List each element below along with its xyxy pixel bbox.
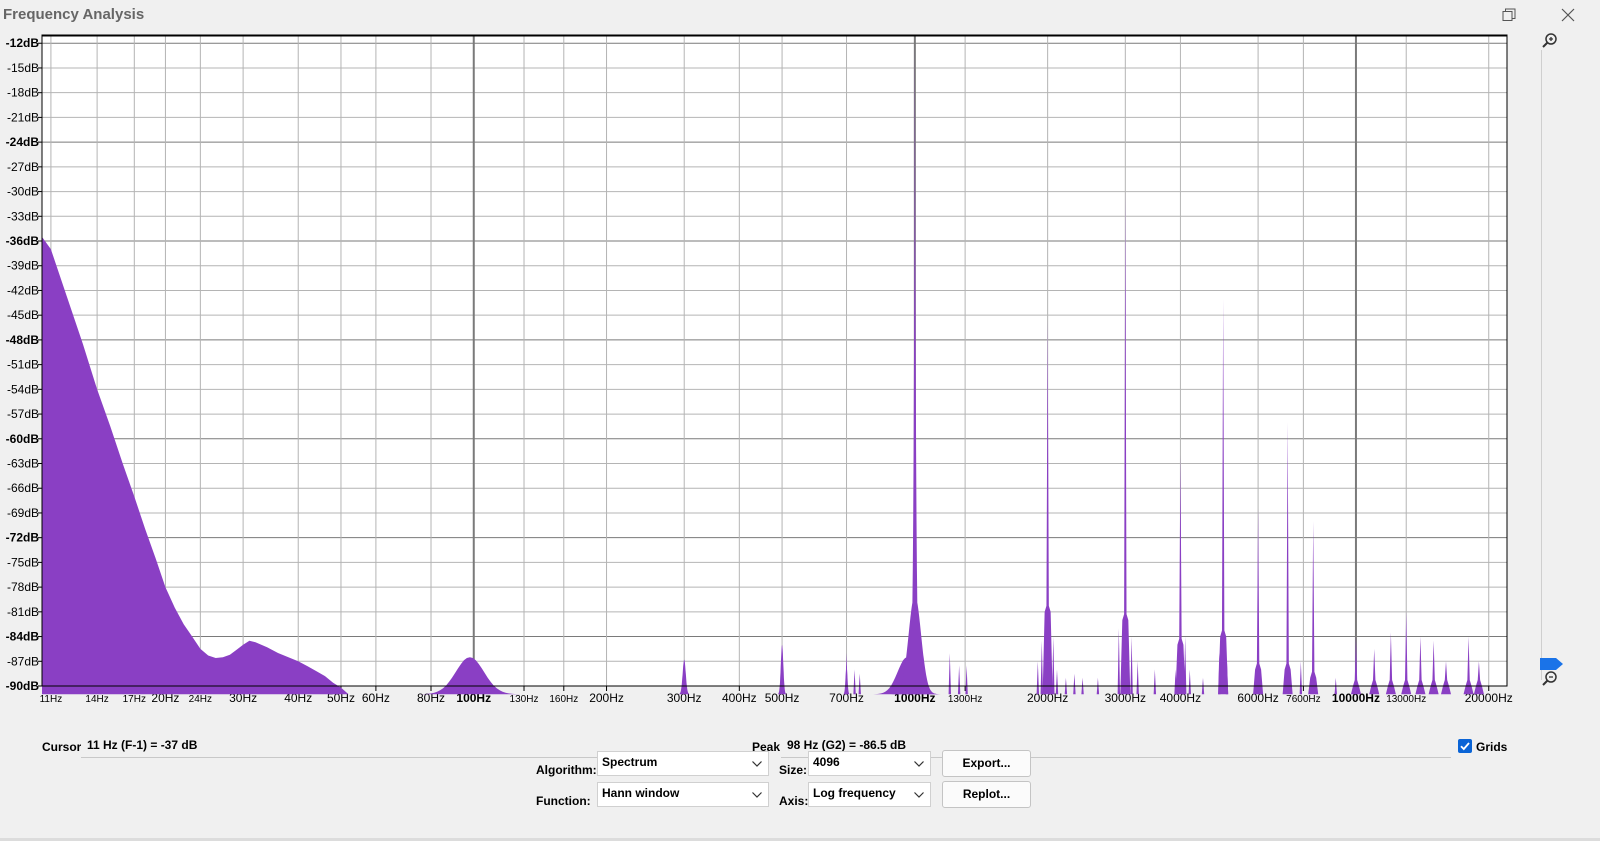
- y-tick-label: -87dB: [7, 654, 39, 668]
- y-tick-label: -66dB: [7, 481, 39, 495]
- y-tick-label: -69dB: [7, 506, 39, 520]
- zoom-slider-thumb[interactable]: [1540, 657, 1564, 671]
- chevron-down-icon: [914, 792, 924, 798]
- y-tick-label: -60dB: [6, 432, 40, 446]
- spectrum-plot[interactable]: -12dB -15dB -18dB -21dB -24dB -27dB -30dB -33dB…: [0, 30, 1530, 715]
- y-tick-label: -54dB: [7, 382, 39, 396]
- replot-button[interactable]: Replot...: [942, 781, 1031, 808]
- window-title: Frequency Analysis: [3, 6, 145, 23]
- y-tick-label: -42dB: [7, 283, 39, 297]
- x-tick-label: 17Hz: [123, 694, 146, 705]
- x-tick-label: 13000Hz: [1386, 694, 1426, 705]
- grids-checkbox[interactable]: [1458, 739, 1472, 753]
- y-tick-label: -48dB: [6, 333, 40, 347]
- y-tick-label: -84dB: [6, 630, 40, 644]
- y-tick-label: -72dB: [6, 531, 40, 545]
- checkmark-icon: [1460, 742, 1470, 751]
- size-select[interactable]: 4096: [808, 751, 931, 776]
- x-tick-label: 14Hz: [85, 694, 108, 705]
- zoom-slider-track[interactable]: [1539, 50, 1545, 680]
- restore-icon: [1502, 8, 1516, 21]
- grids-label: Grids: [1476, 740, 1508, 754]
- x-tick-label: 130Hz: [510, 694, 539, 705]
- y-tick-label: -57dB: [7, 407, 39, 421]
- x-tick-label: 24Hz: [189, 694, 212, 705]
- axis-label: Axis:: [779, 794, 809, 808]
- function-label: Function:: [536, 794, 591, 808]
- axis-value: Log frequency: [813, 786, 896, 800]
- y-tick-label: -18dB: [7, 86, 39, 100]
- restore-button[interactable]: [1486, 0, 1532, 30]
- title-bar: Frequency Analysis: [0, 0, 1600, 30]
- y-tick-label: -36dB: [6, 234, 40, 248]
- y-tick-label: -51dB: [7, 358, 39, 372]
- y-tick-label: -39dB: [7, 259, 39, 273]
- y-tick-label: -90dB: [6, 679, 40, 693]
- export-button[interactable]: Export...: [942, 750, 1031, 777]
- y-tick-label: -78dB: [7, 580, 39, 594]
- size-value: 4096: [813, 755, 840, 769]
- y-tick-label: -30dB: [7, 185, 39, 199]
- x-tick-label: 160Hz: [549, 694, 578, 705]
- function-value: Hann window: [602, 786, 680, 800]
- y-tick-label: -45dB: [7, 308, 39, 322]
- algorithm-label: Algorithm:: [536, 763, 597, 777]
- y-tick-label: -75dB: [7, 555, 39, 569]
- chevron-down-icon: [914, 761, 924, 767]
- chevron-down-icon: [752, 792, 762, 798]
- zoom-in-icon[interactable]: [1541, 32, 1559, 50]
- chevron-down-icon: [752, 761, 762, 767]
- x-tick-label: 11Hz: [40, 694, 63, 705]
- zoom-out-icon[interactable]: [1541, 670, 1559, 688]
- y-tick-label: -63dB: [7, 457, 39, 471]
- x-tick-label: 400Hz: [722, 691, 757, 705]
- y-tick-label: -81dB: [7, 605, 39, 619]
- x-tick-label: 7600Hz: [1286, 694, 1320, 705]
- size-label: Size:: [779, 763, 808, 777]
- close-button[interactable]: [1545, 0, 1591, 30]
- cursor-label: Cursor:: [42, 740, 86, 754]
- y-tick-label: -33dB: [7, 209, 39, 223]
- y-tick-label: -27dB: [7, 160, 39, 174]
- info-row: Cursor: 11 Hz (F-1) = -37 dB Peak: 98 Hz…: [0, 734, 1600, 758]
- close-icon: [1561, 8, 1575, 22]
- x-tick-label: 1300Hz: [948, 694, 982, 705]
- x-tick-label: 200Hz: [589, 691, 624, 705]
- x-tick-label: 60Hz: [362, 691, 390, 705]
- algorithm-select[interactable]: Spectrum: [597, 751, 769, 776]
- y-tick-label: -21dB: [7, 110, 39, 124]
- axis-select[interactable]: Log frequency: [808, 782, 931, 807]
- y-tick-label: -15dB: [7, 61, 39, 75]
- y-tick-label: -24dB: [6, 135, 40, 149]
- function-select[interactable]: Hann window: [597, 782, 769, 807]
- y-tick-label: -12dB: [6, 36, 40, 50]
- algorithm-value: Spectrum: [602, 755, 658, 769]
